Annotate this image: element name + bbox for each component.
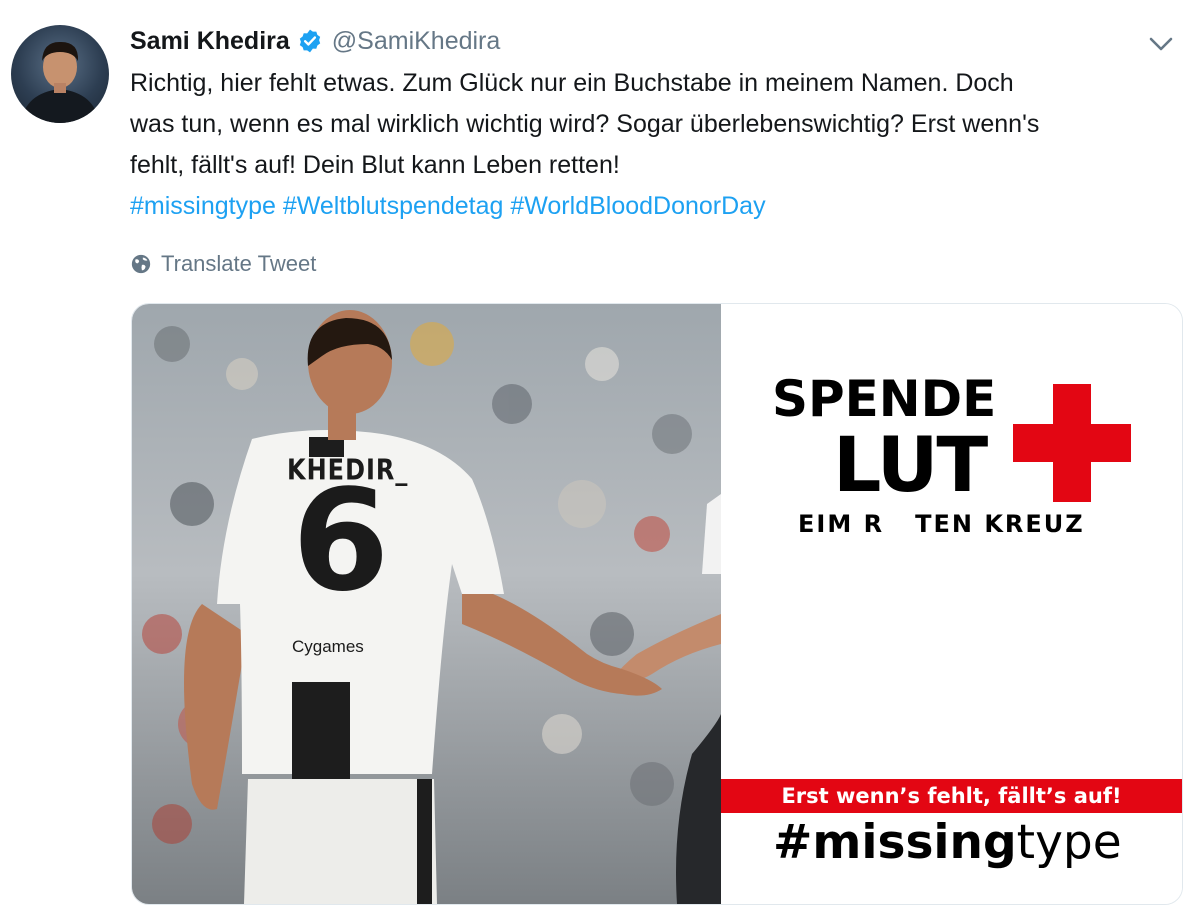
red-cross-icon (1013, 384, 1131, 502)
tweet-text: Richtig, hier fehlt etwas. Zum Glück nur… (130, 63, 1180, 227)
hashtag-row: #missingtype #Weltblutspendetag #WorldBl… (130, 186, 1180, 227)
missingtype-bold: #missing (773, 815, 1017, 870)
hashtag-link[interactable]: #WorldBloodDonorDay (510, 192, 765, 220)
stadium-photo (132, 304, 721, 904)
campaign-panel: SPENDE LUT EIM R TEN KREUZ Erst wenn’s f… (721, 304, 1182, 904)
missingtype-hashtag: #missingtype (773, 817, 1122, 869)
missingtype-light: type (1016, 815, 1122, 870)
tweet-text-line: Richtig, hier fehlt etwas. Zum Glück nur… (130, 69, 1014, 97)
logo-lut-text: LUT (833, 420, 988, 509)
verified-badge-icon (299, 29, 320, 53)
tweet-header: Sami Khedira @SamiKhedira (130, 26, 500, 56)
translate-label: Translate Tweet (161, 251, 317, 276)
logo-spende-text: SPENDE (772, 370, 997, 428)
tweet-text-line: was tun, wenn es mal wirklich wichtig wi… (130, 110, 1040, 138)
tweet-text-line: fehlt, fällt's auf! Dein Blut kann Leben… (130, 151, 620, 179)
avatar-portrait (21, 41, 99, 123)
jersey-sponsor-text: Cygames (292, 637, 364, 656)
campaign-banner: Erst wenn’s fehlt, fällt’s auf! (721, 779, 1182, 813)
logo-subline-text: EIM R TEN KREUZ (798, 510, 1085, 538)
player-photo: KHEDIR_ 6 Cygames (132, 304, 721, 904)
avatar[interactable] (11, 25, 109, 123)
author-name[interactable]: Sami Khedira (130, 27, 290, 56)
tweet-media-image[interactable]: KHEDIR_ 6 Cygames SPENDE LUT EIM R TEN K… (131, 303, 1183, 905)
jersey-number-text: 6 (292, 460, 390, 623)
chevron-down-icon[interactable] (1147, 34, 1175, 54)
author-handle[interactable]: @SamiKhedira (332, 27, 501, 56)
globe-icon (131, 254, 151, 274)
hashtag-link[interactable]: #missingtype (130, 192, 276, 220)
hashtag-link[interactable]: #Weltblutspendetag (283, 192, 504, 220)
translate-tweet-button[interactable]: Translate Tweet (130, 250, 316, 278)
